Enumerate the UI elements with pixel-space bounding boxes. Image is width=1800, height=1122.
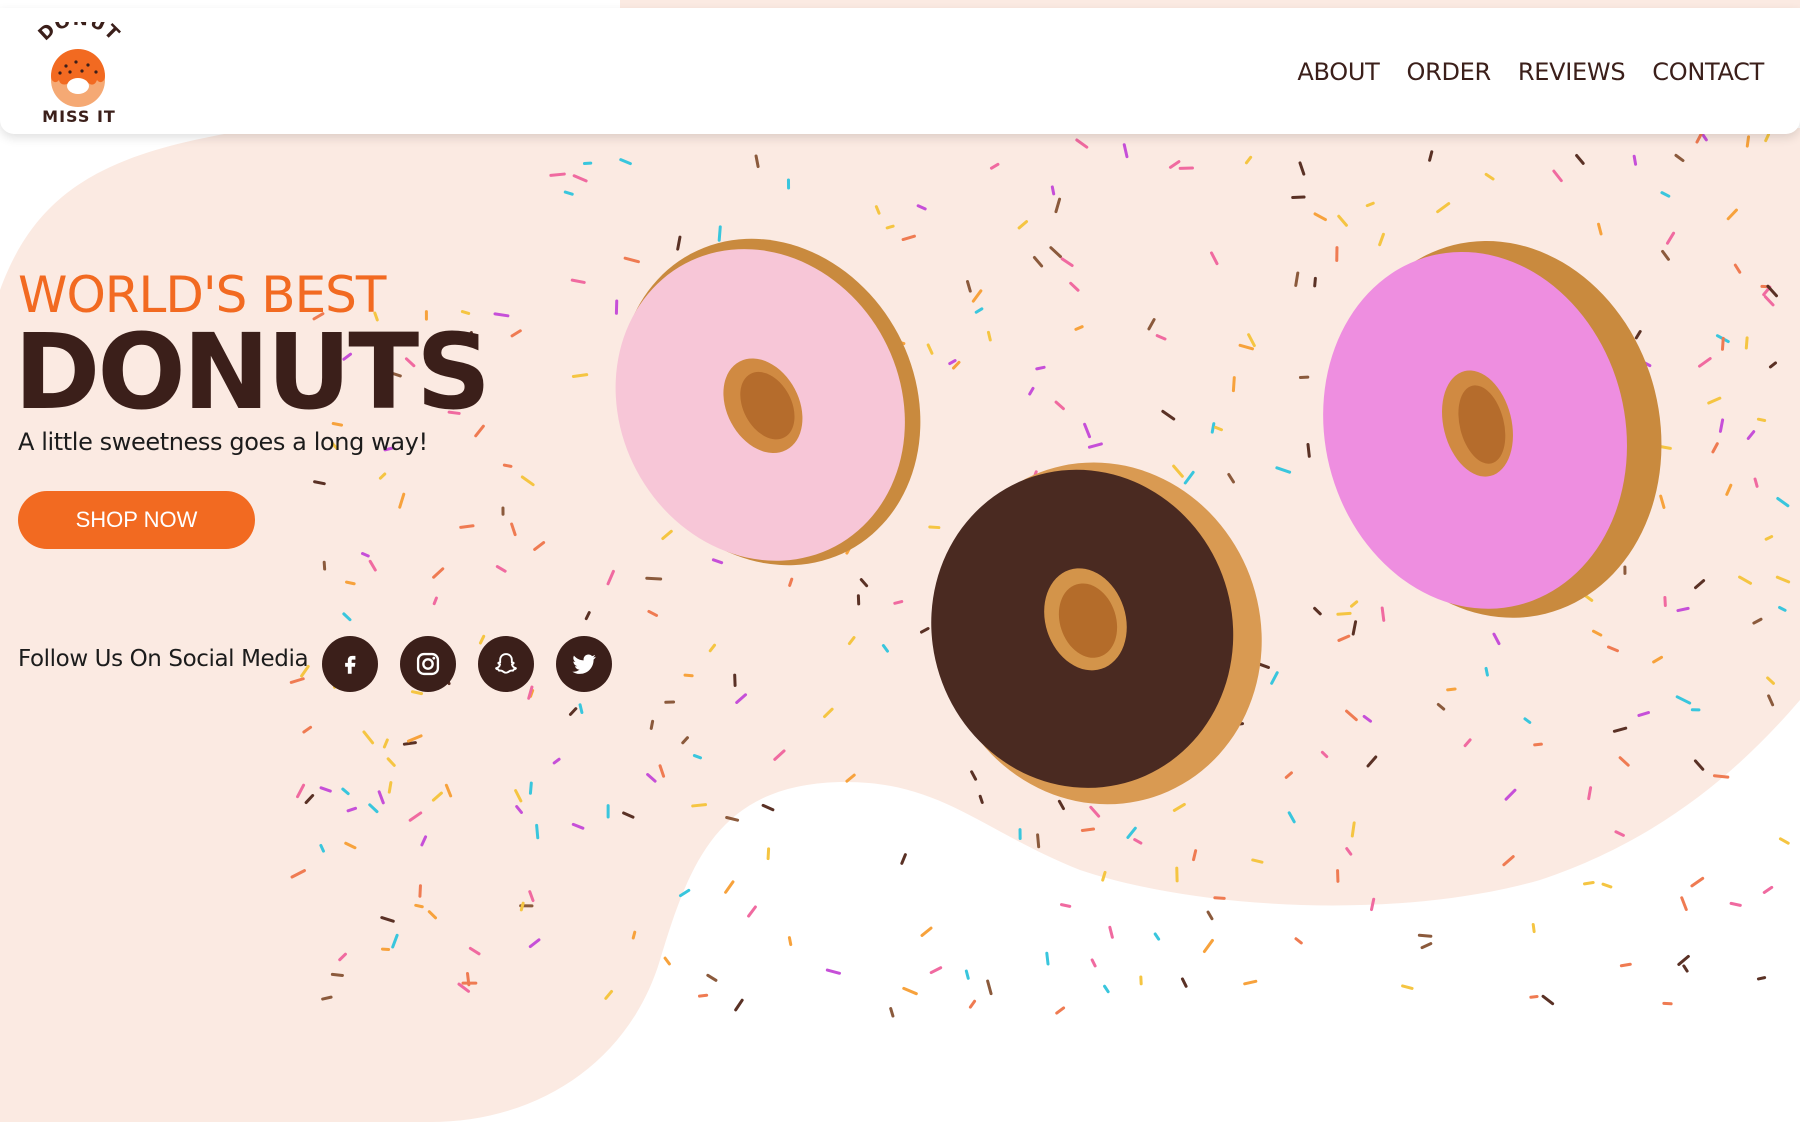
nav-contact[interactable]: CONTACT (1652, 58, 1764, 86)
nav-about[interactable]: ABOUT (1297, 58, 1379, 86)
facebook-icon (345, 655, 356, 674)
social-label: Follow Us On Social Media (18, 646, 309, 672)
brand-logo[interactable]: DONUT MISS IT (26, 9, 132, 126)
hero-subtitle: A little sweetness goes a long way! (18, 428, 428, 456)
snapchat-link[interactable] (478, 636, 534, 692)
hero-title: DONUTS (14, 311, 491, 433)
shop-now-button[interactable]: SHOP NOW (18, 491, 255, 549)
site-header: DONUT MISS IT ABOUT ORDER REVIEWS CONTAC… (0, 8, 1800, 134)
twitter-link[interactable] (556, 636, 612, 692)
svg-text:DONUT: DONUT (34, 22, 123, 45)
nav-reviews[interactable]: REVIEWS (1518, 58, 1626, 86)
nav-order[interactable]: ORDER (1407, 58, 1492, 86)
main-nav: ABOUT ORDER REVIEWS CONTACT (1297, 58, 1764, 86)
snapchat-icon (495, 653, 517, 674)
logo-bottom-text: MISS IT (42, 107, 116, 126)
donut-logo-icon: DONUT MISS IT (34, 9, 123, 126)
instagram-icon (416, 652, 440, 676)
pink-donut-image (615, 238, 921, 566)
instagram-link[interactable] (400, 636, 456, 692)
chocolate-donut-image (931, 462, 1262, 805)
social-links (322, 636, 612, 692)
facebook-link[interactable] (322, 636, 378, 692)
magenta-donut-image (1323, 240, 1662, 618)
page: DONUT MISS IT ABOUT ORDER REVIEWS CONTAC… (0, 0, 1800, 1122)
twitter-icon (572, 654, 596, 674)
